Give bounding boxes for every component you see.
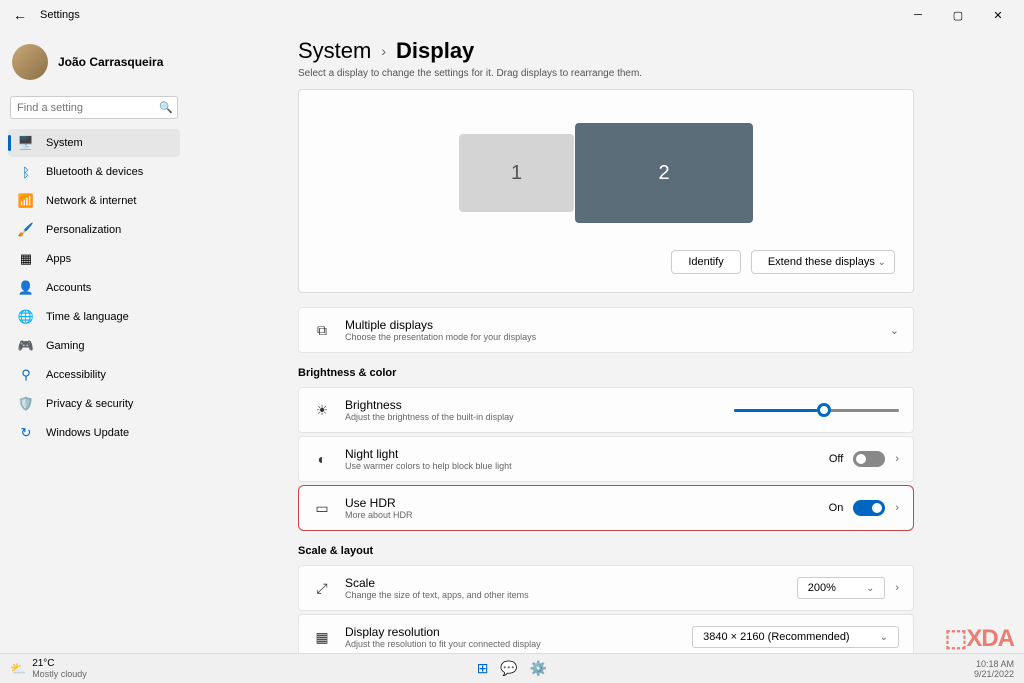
xda-watermark: ⬚XDA	[945, 624, 1014, 653]
monitor-1[interactable]: 1	[459, 134, 574, 212]
sidebar-item-bluetooth[interactable]: ᛒBluetooth & devices	[8, 158, 180, 186]
section-brightness-color: Brightness & color	[298, 367, 914, 379]
sidebar-item-system[interactable]: 🖥️System	[8, 129, 180, 157]
brush-icon: 🖌️	[18, 222, 34, 238]
wifi-icon: 📶	[18, 193, 34, 209]
chevron-right-icon: ›	[895, 502, 899, 514]
update-icon: ↻	[18, 425, 34, 441]
row-scale[interactable]: ⤢ Scale Change the size of text, apps, a…	[298, 565, 914, 611]
settings-task-icon[interactable]: ⚙️	[530, 660, 547, 677]
sidebar-item-network[interactable]: 📶Network & internet	[8, 187, 180, 215]
apps-icon: ▦	[18, 251, 34, 267]
accessibility-icon: ⚲	[18, 367, 34, 383]
chevron-right-icon: ›	[895, 453, 899, 465]
sidebar-item-privacy[interactable]: 🛡️Privacy & security	[8, 390, 180, 418]
row-multiple-displays[interactable]: ⧉ Multiple displays Choose the presentat…	[298, 307, 914, 353]
chat-icon[interactable]: 💬	[500, 660, 517, 677]
row-resolution[interactable]: ▦ Display resolution Adjust the resoluti…	[298, 614, 914, 653]
identify-button[interactable]: Identify	[671, 250, 740, 274]
search-input[interactable]	[17, 102, 159, 114]
row-hdr[interactable]: ▭ Use HDR More about HDR On ›	[298, 485, 914, 531]
sidebar-item-time[interactable]: 🌐Time & language	[8, 303, 180, 331]
sidebar-item-gaming[interactable]: 🎮Gaming	[8, 332, 180, 360]
main-content: System › Display Select a display to cha…	[188, 30, 1024, 653]
weather-icon: ⛅	[10, 661, 26, 677]
row-brightness: ☀ Brightness Adjust the brightness of th…	[298, 387, 914, 433]
brightness-slider[interactable]	[734, 409, 899, 412]
profile[interactable]: João Carrasqueira	[4, 38, 184, 86]
taskbar-weather[interactable]: ⛅ 21°C Mostly cloudy	[10, 658, 87, 679]
displays-icon: ⧉	[313, 322, 331, 339]
person-icon: 👤	[18, 280, 34, 296]
back-button[interactable]: ←	[8, 3, 32, 27]
extend-dropdown[interactable]: Extend these displays	[751, 250, 895, 274]
search-box[interactable]: 🔍	[10, 96, 178, 119]
section-scale-layout: Scale & layout	[298, 545, 914, 557]
sun-icon: ☀	[313, 402, 331, 419]
sidebar-item-personalization[interactable]: 🖌️Personalization	[8, 216, 180, 244]
taskbar-clock[interactable]: 10:18 AM 9/21/2022	[974, 659, 1014, 679]
scale-icon: ⤢	[313, 580, 331, 597]
chevron-down-icon: ⌄	[890, 324, 899, 337]
night-icon: ◐	[313, 451, 331, 467]
minimize-button[interactable]: ─	[908, 9, 928, 22]
close-button[interactable]: ✕	[988, 9, 1008, 22]
page-subtitle: Select a display to change the settings …	[298, 68, 914, 79]
hdr-toggle[interactable]	[853, 500, 885, 516]
sidebar-item-update[interactable]: ↻Windows Update	[8, 419, 180, 447]
hdr-icon: ▭	[313, 500, 331, 517]
breadcrumb: System › Display	[298, 38, 914, 64]
sidebar-item-apps[interactable]: ▦Apps	[8, 245, 180, 273]
sidebar: João Carrasqueira 🔍 🖥️System ᛒBluetooth …	[0, 30, 188, 653]
window-controls: ─ ▢ ✕	[908, 9, 1016, 22]
breadcrumb-current: Display	[396, 38, 474, 64]
titlebar: ← Settings ─ ▢ ✕	[0, 0, 1024, 30]
sidebar-item-accessibility[interactable]: ⚲Accessibility	[8, 361, 180, 389]
avatar	[12, 44, 48, 80]
gaming-icon: 🎮	[18, 338, 34, 354]
row-night-light[interactable]: ◐ Night light Use warmer colors to help …	[298, 436, 914, 482]
slider-thumb[interactable]	[817, 403, 831, 417]
chevron-right-icon: ›	[895, 582, 899, 594]
night-light-toggle[interactable]	[853, 451, 885, 467]
profile-name: João Carrasqueira	[58, 55, 163, 69]
breadcrumb-parent[interactable]: System	[298, 38, 371, 64]
sidebar-item-accounts[interactable]: 👤Accounts	[8, 274, 180, 302]
clock-icon: 🌐	[18, 309, 34, 325]
search-icon: 🔍	[159, 101, 173, 114]
resolution-dropdown[interactable]: 3840 × 2160 (Recommended)	[692, 626, 899, 648]
display-arrangement: 1 2 Identify Extend these displays	[298, 89, 914, 293]
scale-dropdown[interactable]: 200%	[797, 577, 886, 599]
monitor-canvas[interactable]: 1 2	[317, 108, 895, 238]
system-icon: 🖥️	[18, 135, 34, 151]
maximize-button[interactable]: ▢	[948, 9, 968, 22]
shield-icon: 🛡️	[18, 396, 34, 412]
monitor-2[interactable]: 2	[575, 123, 753, 223]
resolution-icon: ▦	[313, 629, 331, 646]
start-button[interactable]: ⊞	[477, 660, 489, 677]
bluetooth-icon: ᛒ	[18, 164, 34, 180]
chevron-right-icon: ›	[381, 43, 386, 59]
window-title: Settings	[40, 9, 80, 21]
taskbar[interactable]: ⛅ 21°C Mostly cloudy ⊞ 💬 ⚙️ 10:18 AM 9/2…	[0, 653, 1024, 683]
